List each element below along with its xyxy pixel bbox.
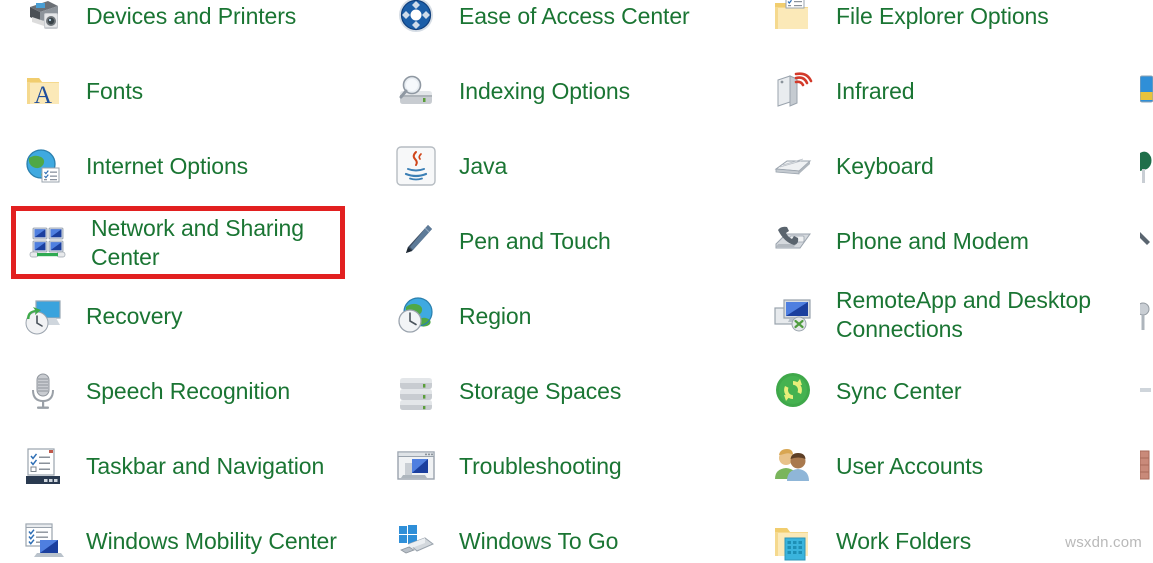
control-panel-item-file-explorer-options[interactable]: File Explorer Options: [772, 0, 1122, 38]
control-panel-item-partial-row-2[interactable]: [1140, 69, 1153, 113]
control-panel-item-label: Phone and Modem: [836, 227, 1029, 254]
site-watermark: wsxdn.com: [1065, 534, 1142, 551]
phone-and-modem-icon: [772, 220, 814, 262]
control-panel-item-label: Pen and Touch: [459, 227, 611, 254]
keyboard-icon: [772, 145, 814, 187]
control-panel-item-label: Region: [459, 302, 532, 329]
control-panel-item-label: RemoteApp and Desktop Connections: [836, 287, 1091, 342]
remoteapp-and-desktop-connections-icon: [772, 294, 814, 336]
control-panel-item-label: Infrared: [836, 77, 915, 104]
control-panel-item-taskbar-and-navigation[interactable]: Taskbar and Navigation: [22, 444, 352, 488]
control-panel-item-partial-row-7[interactable]: [1140, 444, 1153, 488]
control-panel-item-ease-of-access-center[interactable]: Ease of Access Center: [395, 0, 735, 38]
control-panel-item-troubleshooting[interactable]: Troubleshooting: [395, 444, 735, 488]
control-panel-item-label: Sync Center: [836, 377, 962, 404]
sync-center-icon: [772, 370, 814, 412]
partial-icon-row-7: [1140, 445, 1153, 487]
devices-and-printers-icon: [22, 0, 64, 37]
control-panel-item-partial-row-6[interactable]: [1140, 369, 1153, 413]
control-panel-item-fonts[interactable]: A Fonts: [22, 69, 352, 113]
control-panel-item-label: Windows Mobility Center: [86, 527, 337, 554]
control-panel-item-label: Keyboard: [836, 152, 934, 179]
user-accounts-icon: [772, 445, 814, 487]
control-panel-item-label: Storage Spaces: [459, 377, 622, 404]
partial-icon-row-3: [1140, 145, 1153, 187]
control-panel-item-windows-mobility-center[interactable]: Windows Mobility Center: [22, 519, 367, 563]
speech-recognition-icon: [22, 370, 64, 412]
control-panel-item-sync-center[interactable]: Sync Center: [772, 369, 1122, 413]
internet-options-icon: [22, 145, 64, 187]
control-panel-item-windows-to-go[interactable]: Windows To Go: [395, 519, 735, 563]
file-explorer-options-icon: [772, 0, 814, 37]
infrared-icon: [772, 70, 814, 112]
control-panel-item-label: Taskbar and Navigation: [86, 452, 325, 479]
control-panel-item-user-accounts[interactable]: User Accounts: [772, 444, 1122, 488]
partial-icon-row-5: [1140, 295, 1153, 337]
indexing-options-icon: [395, 70, 437, 112]
control-panel-item-partial-row-4[interactable]: [1140, 219, 1153, 263]
partial-icon-row-2: [1140, 70, 1153, 112]
control-panel-item-label: Ease of Access Center: [459, 2, 690, 29]
control-panel-item-partial-row-3[interactable]: [1140, 144, 1153, 188]
partial-icon-row-6: [1140, 370, 1153, 412]
control-panel-item-recovery[interactable]: Recovery: [22, 294, 352, 338]
control-panel-item-pen-and-touch[interactable]: Pen and Touch: [395, 219, 735, 263]
control-panel-item-devices-and-printers[interactable]: Devices and Printers: [22, 0, 352, 38]
control-panel-item-label: User Accounts: [836, 452, 983, 479]
control-panel-item-label: Devices and Printers: [86, 2, 297, 29]
fonts-icon: A: [22, 70, 64, 112]
control-panel-item-storage-spaces[interactable]: Storage Spaces: [395, 369, 735, 413]
svg-text:A: A: [34, 82, 52, 109]
control-panel-all-items-grid: Devices and Printers A Fonts Internet Op…: [0, 0, 1153, 561]
control-panel-item-remoteapp-and-desktop-connections[interactable]: RemoteApp and Desktop Connections: [772, 279, 1122, 351]
control-panel-item-java[interactable]: Java: [395, 144, 735, 188]
ease-of-access-center-icon: [395, 0, 437, 37]
taskbar-and-navigation-icon: [22, 445, 64, 487]
control-panel-column-4-clipped: [1140, 0, 1153, 556]
control-panel-item-label: Work Folders: [836, 527, 972, 554]
control-panel-item-label: Indexing Options: [459, 77, 631, 104]
recovery-icon: [22, 295, 64, 337]
control-panel-item-region[interactable]: Region: [395, 294, 735, 338]
network-and-sharing-center-icon: [27, 222, 69, 264]
control-panel-item-keyboard[interactable]: Keyboard: [772, 144, 1122, 188]
control-panel-item-infrared[interactable]: Infrared: [772, 69, 1122, 113]
control-panel-item-label: Speech Recognition: [86, 377, 291, 404]
region-icon: [395, 295, 437, 337]
control-panel-item-internet-options[interactable]: Internet Options: [22, 144, 352, 188]
control-panel-item-label: Troubleshooting: [459, 452, 622, 479]
control-panel-item-label: Internet Options: [86, 152, 249, 179]
control-panel-item-indexing-options[interactable]: Indexing Options: [395, 69, 735, 113]
partial-icon-row-4: [1140, 220, 1153, 262]
troubleshooting-icon: [395, 445, 437, 487]
control-panel-item-label: Recovery: [86, 302, 183, 329]
pen-and-touch-icon: [395, 220, 437, 262]
control-panel-item-label: Network and Sharing Center: [91, 214, 304, 270]
control-panel-item-network-and-sharing-center[interactable]: Network and Sharing Center: [11, 206, 345, 279]
control-panel-item-label: Fonts: [86, 77, 144, 104]
control-panel-item-label: Java: [459, 152, 508, 179]
control-panel-item-partial-row-5[interactable]: [1140, 294, 1153, 338]
control-panel-item-label: File Explorer Options: [836, 2, 1049, 29]
control-panel-item-phone-and-modem[interactable]: Phone and Modem: [772, 219, 1122, 263]
storage-spaces-icon: [395, 370, 437, 412]
control-panel-item-label: Windows To Go: [459, 527, 619, 554]
java-icon: [395, 145, 437, 187]
control-panel-item-speech-recognition[interactable]: Speech Recognition: [22, 369, 352, 413]
